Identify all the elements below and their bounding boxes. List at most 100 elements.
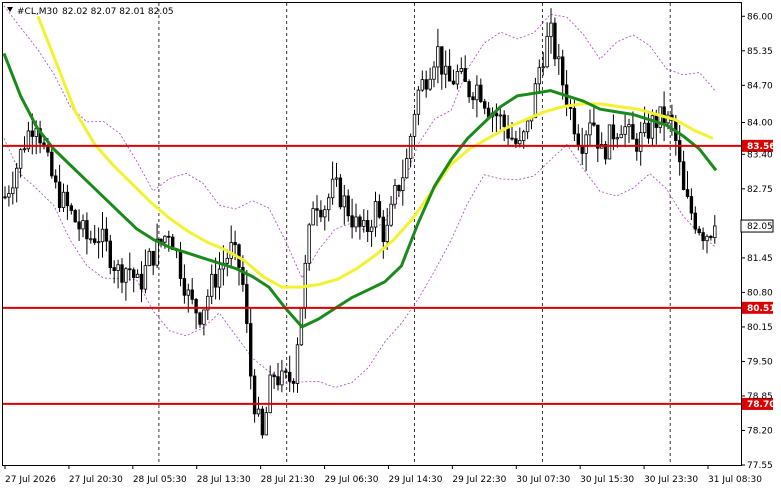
candle-body <box>167 235 171 238</box>
candle-body <box>522 131 526 141</box>
candle-body <box>420 79 424 91</box>
candle-body <box>537 67 541 85</box>
candle-body <box>334 177 339 180</box>
candle-body <box>443 65 448 75</box>
candle-body <box>678 140 682 163</box>
candle-body <box>397 185 401 191</box>
candle-body <box>268 374 272 414</box>
price-tick-label: 86.00 <box>747 12 773 22</box>
candle-body <box>584 134 588 154</box>
candle-body <box>252 375 257 415</box>
time-tick-label: 30 Jul 23:30 <box>644 475 698 485</box>
candle-body <box>401 177 405 191</box>
time-tick-label: 28 Jul 21:30 <box>261 475 315 485</box>
candle-body <box>358 216 362 227</box>
candle-body <box>404 158 409 179</box>
candle-body <box>248 323 253 377</box>
candle-body <box>642 122 647 134</box>
time-tick-label: 27 Jul 20:30 <box>69 475 123 485</box>
time-tick-label: 28 Jul 05:30 <box>133 475 187 485</box>
candle-body <box>73 210 77 223</box>
candle-body <box>213 273 218 288</box>
ohlc-values: 82.02 82.07 82.01 82.05 <box>62 7 174 17</box>
candle-body <box>276 376 280 386</box>
candle-body <box>681 161 686 190</box>
price-tick-label: 81.45 <box>747 254 773 264</box>
candle-body <box>615 137 619 140</box>
candle-body <box>284 370 288 373</box>
price-tick-label: 85.35 <box>747 47 773 57</box>
candle-body <box>163 235 167 243</box>
candle-body <box>354 216 358 228</box>
candle-body <box>639 132 643 152</box>
candle-body <box>65 191 70 207</box>
candle-body <box>631 124 635 140</box>
candle-body <box>377 201 382 218</box>
candle-body <box>611 124 616 140</box>
candle-body <box>541 66 545 69</box>
time-tick-label: 29 Jul 22:30 <box>452 475 506 485</box>
time-tick-label: 30 Jul 15:30 <box>580 475 634 485</box>
candle-body <box>311 208 315 226</box>
candle-body <box>194 298 198 314</box>
price-tick-label: 78.85 <box>747 392 773 402</box>
candle-body <box>381 216 385 243</box>
candle-body <box>143 265 148 290</box>
candle-body <box>256 408 261 415</box>
candle-body <box>108 240 112 268</box>
candle-body <box>229 242 233 259</box>
candle-body <box>440 46 444 75</box>
time-tick-label: 31 Jul 08:30 <box>708 475 762 485</box>
candle-body <box>693 212 697 230</box>
candle-body <box>202 309 206 325</box>
candle-body <box>369 226 374 232</box>
candle-body <box>596 124 600 149</box>
price-tick-label: 78.20 <box>747 426 773 436</box>
price-tick-label: 79.50 <box>747 357 773 367</box>
candle-body <box>198 312 202 325</box>
chart-header: #CL,M30 82.02 82.07 82.01 82.05 <box>7 7 174 17</box>
price-tick-label: 84.70 <box>747 81 773 91</box>
candle-body <box>428 78 432 90</box>
candle-body <box>705 235 709 242</box>
candle-body <box>350 215 354 228</box>
candle-body <box>553 22 557 60</box>
candle-body <box>685 189 690 197</box>
candle-body <box>498 114 502 117</box>
candle-body <box>701 232 705 242</box>
candle-body <box>588 122 592 136</box>
candle-body <box>46 145 50 153</box>
candle-body <box>186 289 190 296</box>
candle-body <box>646 122 651 139</box>
candle-body <box>572 108 577 135</box>
time-tick-label: 29 Jul 14:30 <box>388 475 442 485</box>
candle-body <box>217 268 222 288</box>
candle-body <box>432 66 436 80</box>
candle-body <box>475 84 479 101</box>
chart-background <box>0 0 781 489</box>
candle-body <box>147 250 151 267</box>
candle-body <box>424 79 428 90</box>
price-tick-label: 82.75 <box>747 185 773 195</box>
time-tick-label: 30 Jul 07:30 <box>516 475 570 485</box>
candle-body <box>116 264 120 271</box>
candle-body <box>385 224 389 243</box>
candle-body <box>135 273 140 278</box>
price-tick-label: 77.55 <box>747 461 773 471</box>
candle-body <box>11 187 15 194</box>
candle-body <box>482 101 487 109</box>
candle-body <box>510 137 514 140</box>
candle-body <box>533 83 538 119</box>
candle-body <box>323 209 327 218</box>
candle-body <box>190 289 194 300</box>
candle-body <box>455 71 460 85</box>
candle-body <box>272 374 276 378</box>
level-label: 80.51 <box>747 304 775 314</box>
symbol-label: #CL,M30 <box>17 7 58 17</box>
candle-body <box>689 196 694 214</box>
candle-body <box>100 228 105 243</box>
candle-body <box>607 124 612 160</box>
candle-body <box>69 205 73 211</box>
candle-body <box>362 220 366 227</box>
candle-body <box>549 22 553 37</box>
